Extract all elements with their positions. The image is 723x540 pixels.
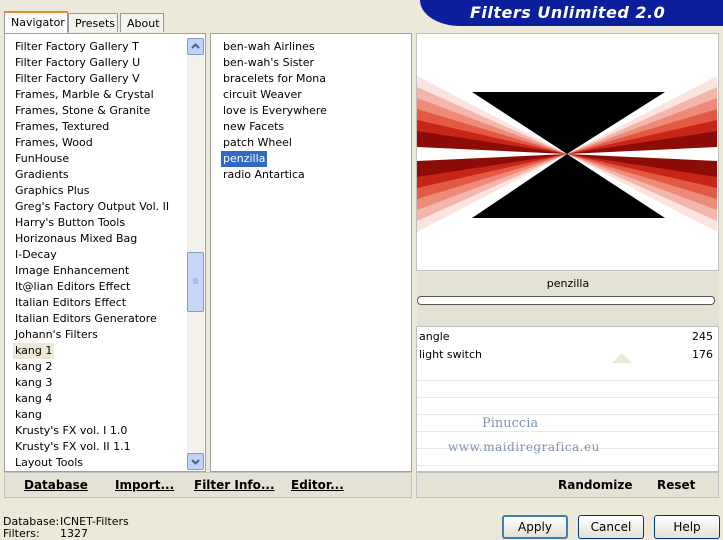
reset-button[interactable]: Reset [657,478,695,492]
scroll-thumb[interactable] [187,252,204,312]
filter-item[interactable]: love is Everywhere [221,103,329,119]
progress-bar [417,296,715,305]
param-light-switch[interactable]: light switch 176 [419,346,715,363]
empty-param-row [417,414,718,415]
editor-button[interactable]: Editor... [291,478,344,492]
help-button[interactable]: Help [654,515,720,539]
filter-item[interactable]: patch Wheel [221,135,294,151]
category-item[interactable]: It@lian Editors Effect [13,279,132,295]
category-item[interactable]: Image Enhancement [13,263,131,279]
database-button[interactable]: Database [24,478,88,492]
tab-about[interactable]: About [120,13,164,32]
filter-item[interactable]: ben-wah's Sister [221,55,316,71]
import-button[interactable]: Import... [115,478,174,492]
param-angle[interactable]: angle 245 [419,328,715,345]
filters-count-value: 1327 [60,527,88,540]
category-item[interactable]: Filter Factory Gallery U [13,55,142,71]
cancel-button[interactable]: Cancel [578,515,644,539]
category-item[interactable]: Frames, Wood [13,135,95,151]
category-item[interactable]: Gradients [13,167,71,183]
param-light-switch-label: light switch [419,348,482,361]
category-item[interactable]: Frames, Textured [13,119,111,135]
filter-item[interactable]: penzilla [221,151,268,167]
watermark-url: www.maidiregrafica.eu [448,440,600,454]
scroll-up-button[interactable] [187,38,204,55]
param-angle-label: angle [419,330,450,343]
category-item[interactable]: Filter Factory Gallery T [13,39,141,55]
category-item[interactable]: Horizonaus Mixed Bag [13,231,139,247]
category-item[interactable]: FunHouse [13,151,71,167]
param-angle-value: 245 [692,330,713,343]
category-item[interactable]: Italian Editors Effect [13,295,128,311]
filter-name-label: penzilla [546,277,590,290]
category-item[interactable]: Greg's Factory Output Vol. II [13,199,171,215]
preview-panel [416,33,719,271]
scroll-down-button[interactable] [187,453,204,470]
grip-icon [193,278,198,284]
preview-image [417,76,717,232]
category-item[interactable]: Johann's Filters [13,327,100,343]
apply-button[interactable]: Apply [502,515,568,539]
randomize-button[interactable]: Randomize [558,478,632,492]
category-item[interactable]: Layout Tools [13,455,85,471]
category-item[interactable]: kang 2 [13,359,54,375]
empty-param-row [417,465,718,466]
tab-navigator[interactable]: Navigator [4,11,68,33]
empty-param-row [417,431,718,432]
slider-pointer-icon [612,353,632,363]
filter-item[interactable]: radio Antartica [221,167,307,183]
empty-param-row [417,397,718,398]
category-item[interactable]: Filter Factory Gallery V [13,71,142,87]
filters-count-label: Filters: [3,527,40,540]
tab-presets[interactable]: Presets [68,13,118,32]
category-item[interactable]: Krusty's FX vol. II 1.1 [13,439,133,455]
param-light-switch-value: 176 [692,348,713,361]
category-item[interactable]: kang 1 [13,343,55,359]
filter-item[interactable]: bracelets for Mona [221,71,328,87]
chevron-down-icon [191,459,200,465]
filter-item[interactable]: ben-wah Airlines [221,39,317,55]
category-item[interactable]: kang 3 [13,375,54,391]
filter-item[interactable]: circuit Weaver [221,87,304,103]
category-scrollbar[interactable] [187,38,204,470]
category-item[interactable]: Graphics Plus [13,183,91,199]
category-item[interactable]: kang [13,407,44,423]
category-item[interactable]: I-Decay [13,247,59,263]
category-item[interactable]: Italian Editors Generatore [13,311,159,327]
category-item[interactable]: Krusty's FX vol. I 1.0 [13,423,129,439]
filter-item[interactable]: new Facets [221,119,286,135]
category-item[interactable]: Frames, Stone & Granite [13,103,152,119]
filter-info-button[interactable]: Filter Info... [194,478,275,492]
watermark-name: Pinuccia [482,416,539,431]
category-item[interactable]: kang 4 [13,391,54,407]
app-title: Filters Unlimited 2.0 [470,3,666,22]
category-item[interactable]: Frames, Marble & Crystal [13,87,156,103]
empty-param-row [417,380,718,381]
chevron-up-icon [191,43,200,49]
category-item[interactable]: Harry's Button Tools [13,215,127,231]
